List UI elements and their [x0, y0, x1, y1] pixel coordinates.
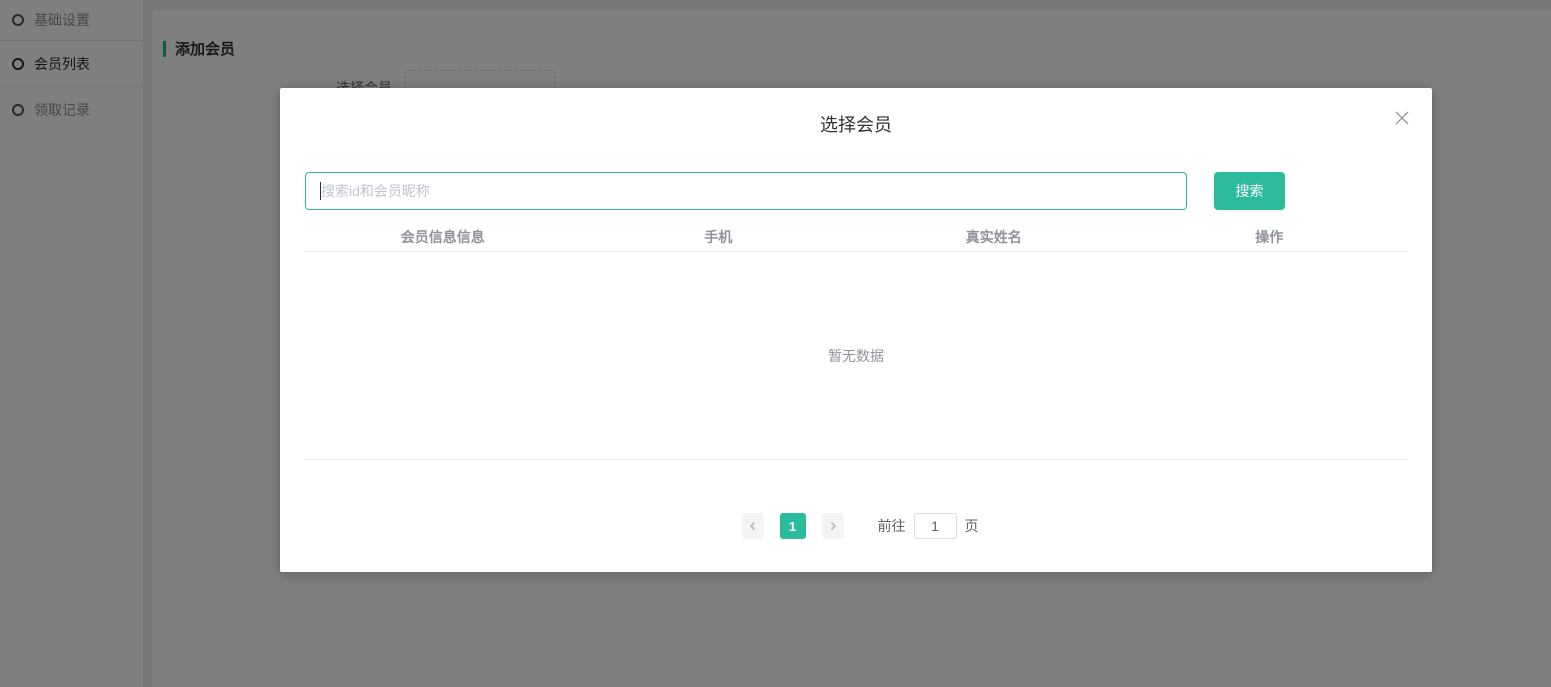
select-member-dialog: 选择会员 搜索 会员信息信息 手机 真实姓名 操作 暂无数据 [280, 88, 1432, 572]
column-header-actions: 操作 [1255, 228, 1284, 245]
empty-text: 暂无数据 [828, 347, 884, 364]
search-row: 搜索 [305, 172, 1407, 210]
search-input[interactable] [305, 172, 1187, 210]
pagination: 1 前往 页 [305, 513, 1407, 539]
dialog-title: 选择会员 [820, 115, 892, 135]
search-input-wrap [305, 172, 1187, 210]
close-icon[interactable] [1393, 109, 1411, 127]
column-header-phone: 手机 [704, 228, 733, 245]
jump-page-input[interactable] [913, 513, 957, 539]
column-header-member-info: 会员信息信息 [400, 228, 485, 245]
page-number-active[interactable]: 1 [779, 513, 806, 539]
chevron-left-icon [749, 521, 755, 531]
table-header-row: 会员信息信息 手机 真实姓名 操作 [305, 222, 1407, 252]
jump-prefix-label: 前往 [877, 518, 906, 534]
prev-page-button[interactable] [741, 513, 764, 539]
column-header-real-name: 真实姓名 [965, 228, 1022, 245]
next-page-button[interactable] [821, 513, 844, 539]
table-empty-state: 暂无数据 [305, 252, 1407, 460]
search-button[interactable]: 搜索 [1214, 172, 1285, 210]
text-caret [320, 182, 321, 200]
page-jumper: 前往 页 [878, 513, 979, 539]
chevron-right-icon [830, 521, 836, 531]
jump-suffix-label: 页 [964, 518, 979, 534]
dialog-body: 搜索 会员信息信息 手机 真实姓名 操作 暂无数据 1 前往 [305, 172, 1407, 539]
